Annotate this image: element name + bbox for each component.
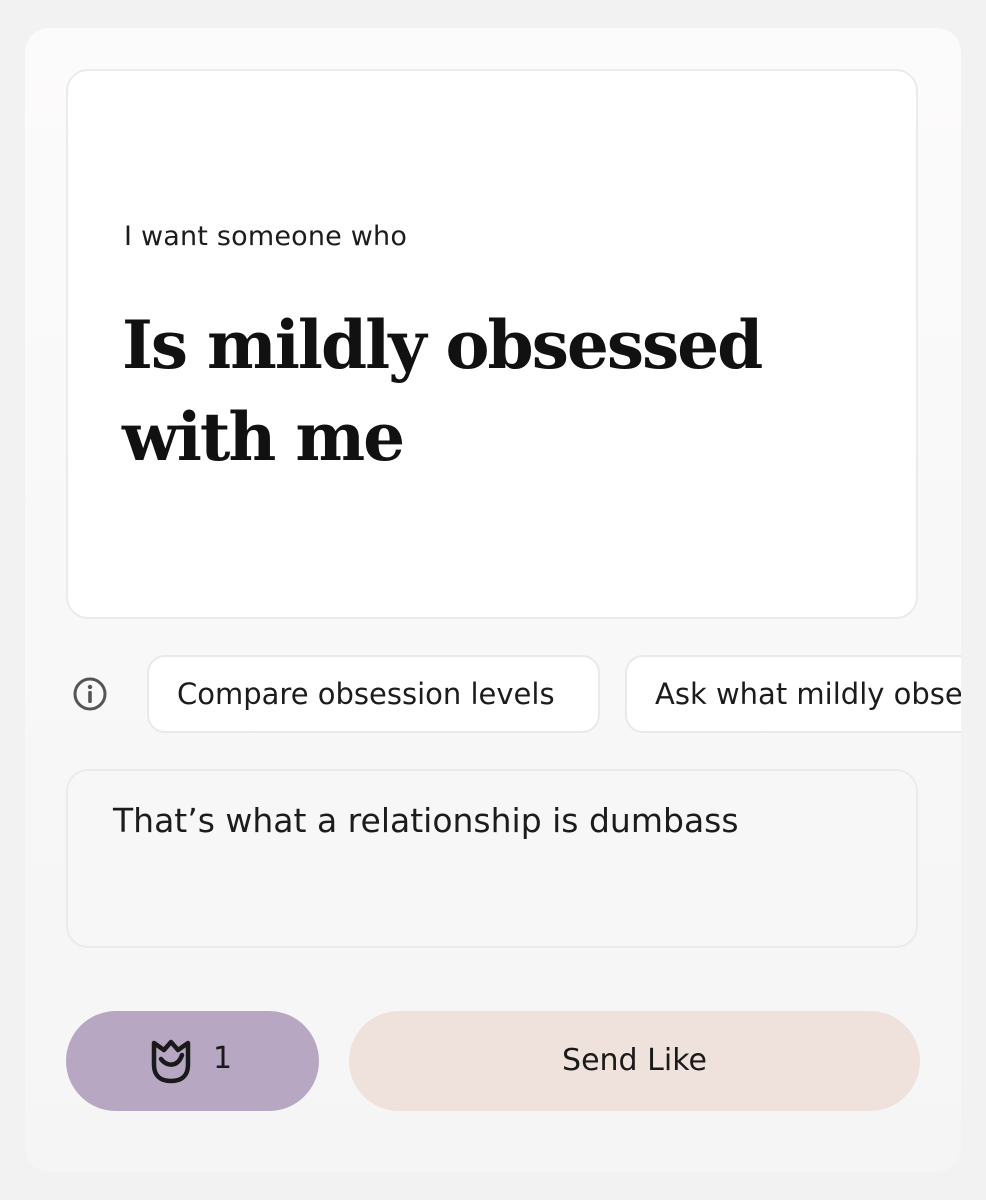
prompt-answer: Is mildly obsessed with me	[122, 306, 763, 476]
suggestion-chip-compare[interactable]: Compare obsession levels	[147, 655, 600, 733]
like-sheet: I want someone who Is mildly obsessed wi…	[25, 28, 961, 1172]
rose-count: 1	[213, 1041, 233, 1076]
prompt-label: I want someone who	[124, 221, 408, 252]
info-icon[interactable]	[72, 676, 108, 712]
comment-field[interactable]: That’s what a relationship is dumbass	[66, 769, 918, 948]
suggestion-chip-ask[interactable]: Ask what mildly obse	[625, 655, 961, 733]
send-like-button[interactable]: Send Like	[349, 1011, 920, 1111]
prompt-card: I want someone who Is mildly obsessed wi…	[66, 69, 918, 619]
rose-icon	[151, 1039, 191, 1084]
comment-text: That’s what a relationship is dumbass	[113, 801, 739, 840]
rose-button[interactable]: 1	[66, 1011, 319, 1111]
